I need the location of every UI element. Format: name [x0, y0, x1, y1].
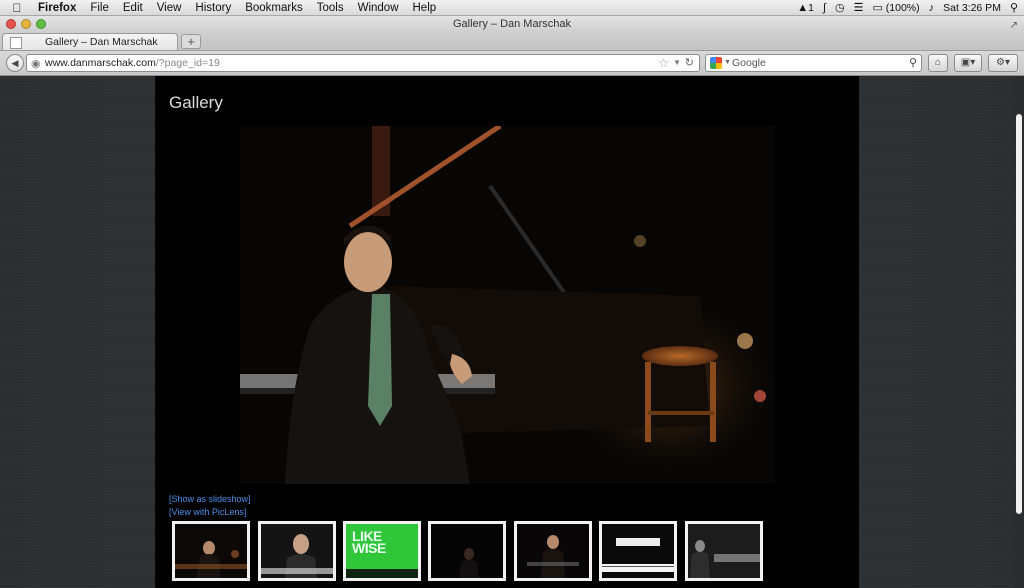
thumbnail-5[interactable] [514, 521, 592, 581]
gallery-links: [Show as slideshow] [View with PicLens] [169, 493, 251, 519]
thumbnail-4[interactable] [428, 521, 506, 581]
history-dropdown-icon[interactable]: ▼ [673, 58, 681, 67]
clock[interactable]: Sat 3:26 PM [943, 2, 1001, 14]
tab-gallery[interactable]: Gallery – Dan Marschak [2, 33, 178, 50]
favicon-icon [10, 37, 22, 49]
zoom-window-button[interactable] [36, 19, 46, 29]
menu-view[interactable]: View [150, 2, 189, 14]
close-window-button[interactable] [6, 19, 16, 29]
search-input[interactable]: Google [732, 57, 766, 69]
tools-button[interactable]: ⚙▾ [988, 54, 1018, 72]
apple-menu-icon[interactable]:  [0, 1, 34, 15]
url-host: www.danmarschak.com [45, 57, 156, 69]
search-icon[interactable]: ⚲ [909, 56, 917, 69]
adobe-icon[interactable]: ▲1 [797, 2, 814, 14]
navigation-toolbar: ◀ ◉ www.danmarschak.com/?page_id=19 ☆ ▼ … [0, 51, 1024, 76]
thumbnail-7[interactable] [685, 521, 763, 581]
home-button[interactable]: ⌂ [928, 54, 948, 72]
url-path: /?page_id=19 [155, 57, 220, 69]
page-viewport: Gallery [Show as slideshow] [View with P… [0, 76, 1014, 588]
battery-status[interactable]: ▭ (100%) [872, 1, 919, 14]
battery-percent: (100%) [885, 2, 920, 14]
pianist-photo-illustration [240, 126, 775, 484]
menu-file[interactable]: File [83, 2, 116, 14]
show-slideshow-link[interactable]: [Show as slideshow] [169, 493, 251, 506]
gallery-main-photo[interactable] [240, 126, 775, 484]
window-controls [6, 19, 46, 29]
menu-tools[interactable]: Tools [310, 2, 351, 14]
menu-history[interactable]: History [188, 2, 238, 14]
minimize-window-button[interactable] [21, 19, 31, 29]
tab-strip: Gallery – Dan Marschak + [0, 32, 1024, 51]
menu-bar:  Firefox File Edit View History Bookmar… [0, 0, 1024, 16]
thumbnail-2[interactable] [258, 521, 336, 581]
page-title: Gallery [169, 93, 223, 112]
window-title-bar: Gallery – Dan Marschak ↗ [0, 16, 1024, 32]
google-icon[interactable] [710, 57, 722, 69]
likewise-cover-text: LIKE WISE [352, 528, 386, 556]
vertical-scrollbar[interactable] [1014, 76, 1024, 588]
new-tab-button[interactable]: + [181, 34, 201, 49]
adobe-count: 1 [808, 1, 814, 14]
time-machine-icon[interactable]: ◷ [835, 1, 845, 14]
spotlight-icon[interactable]: ⚲ [1010, 1, 1018, 14]
thumbnail-1[interactable] [172, 521, 250, 581]
gallery-content: Gallery [Show as slideshow] [View with P… [155, 76, 859, 588]
menu-app-firefox[interactable]: Firefox [34, 2, 83, 14]
bookmarks-button[interactable]: ▣▾ [954, 54, 982, 72]
tab-label: Gallery – Dan Marschak [45, 36, 158, 48]
menu-edit[interactable]: Edit [116, 2, 150, 14]
bookmark-star-icon[interactable]: ☆ [658, 56, 669, 70]
menu-help[interactable]: Help [406, 2, 444, 14]
thumbnail-6[interactable] [599, 521, 677, 581]
url-text: www.danmarschak.com/?page_id=19 [45, 57, 220, 69]
globe-icon: ◉ [31, 58, 41, 70]
status-area: ▲1 ∫ ◷ ☰ ▭ (100%) ♪ Sat 3:26 PM ⚲ [797, 0, 1018, 15]
window-title: Gallery – Dan Marschak [453, 18, 571, 30]
view-piclens-link[interactable]: [View with PicLens] [169, 506, 251, 519]
menu-bookmarks[interactable]: Bookmarks [238, 2, 310, 14]
battery-icon: ▭ [872, 2, 883, 14]
reload-icon[interactable]: ↻ [685, 56, 694, 69]
volume-icon[interactable]: ♪ [929, 2, 935, 14]
back-button[interactable]: ◀ [6, 54, 24, 72]
url-bar[interactable]: ◉ www.danmarschak.com/?page_id=19 ☆ ▼ ↻ [26, 54, 700, 72]
wifi-icon[interactable]: ☰ [854, 1, 864, 14]
bluetooth-icon[interactable]: ∫ [823, 2, 826, 14]
search-engine-dropdown-icon[interactable]: ▼ [724, 59, 731, 66]
thumbnail-3-likewise[interactable]: LIKE WISE [343, 521, 421, 581]
menu-window[interactable]: Window [351, 2, 406, 14]
search-box[interactable]: ▼ Google ⚲ [705, 54, 922, 72]
scrollbar-thumb[interactable] [1016, 114, 1022, 514]
